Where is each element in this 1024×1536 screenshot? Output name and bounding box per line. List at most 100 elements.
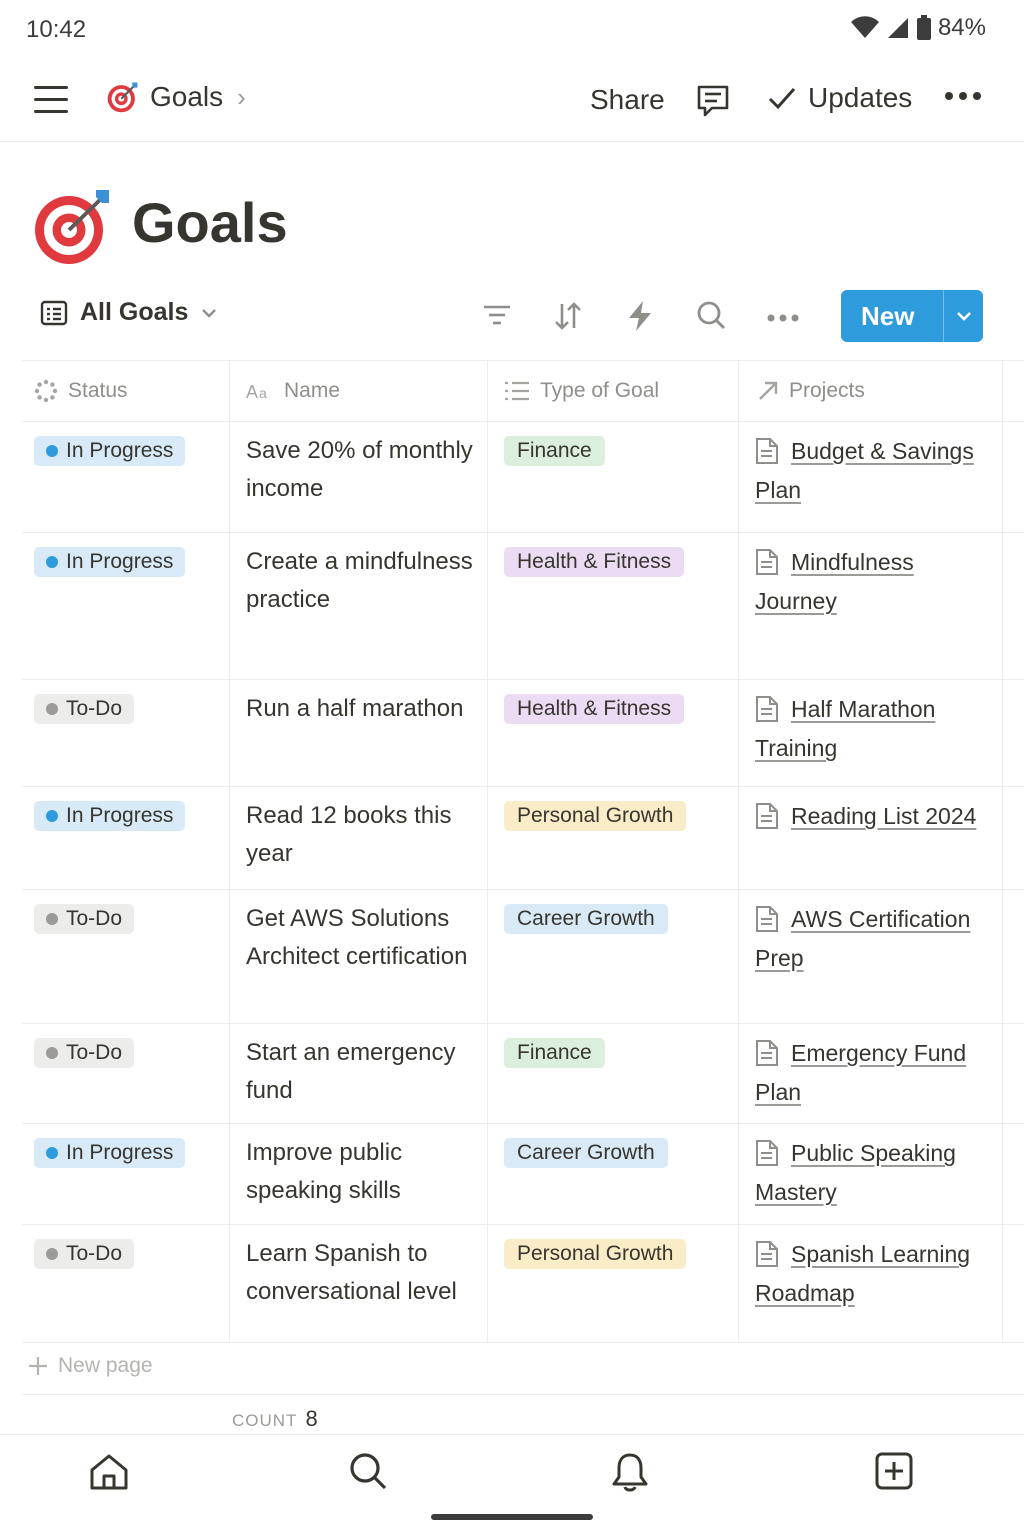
status-badge[interactable]: In Progress: [34, 1138, 186, 1168]
more-icon[interactable]: [944, 88, 982, 106]
status-cell[interactable]: To-Do: [22, 680, 230, 786]
projects-cell[interactable]: Half Marathon Training: [739, 680, 1003, 786]
home-icon[interactable]: [88, 1451, 130, 1498]
new-page-button[interactable]: New page: [28, 1354, 153, 1378]
type-cell[interactable]: Personal Growth: [488, 787, 739, 889]
goal-type-tag[interactable]: Health & Fitness: [504, 547, 685, 577]
goal-type-tag[interactable]: Career Growth: [504, 1138, 668, 1168]
overflow-cell: [1003, 787, 1024, 889]
sort-icon[interactable]: [552, 300, 584, 337]
column-header-status[interactable]: Status: [22, 361, 230, 421]
name-cell[interactable]: Save 20% of monthly income: [230, 422, 488, 532]
bell-icon[interactable]: [610, 1451, 650, 1498]
projects-cell[interactable]: Emergency Fund Plan: [739, 1024, 1003, 1123]
project-link[interactable]: Half Marathon Training: [755, 696, 935, 761]
status-bar: 10:42 84%: [0, 0, 1024, 60]
goal-type-tag[interactable]: Finance: [504, 436, 605, 466]
share-button[interactable]: Share: [590, 84, 665, 116]
goal-name[interactable]: Run a half marathon: [246, 695, 463, 722]
name-cell[interactable]: Learn Spanish to conversational level: [230, 1225, 488, 1342]
goal-name[interactable]: Save 20% of monthly income: [246, 437, 473, 502]
breadcrumb[interactable]: Goals ›: [106, 80, 246, 114]
project-link[interactable]: Public Speaking Mastery: [755, 1140, 956, 1205]
table-row[interactable]: In Progress Read 12 books this year Person…: [22, 787, 1024, 890]
goal-type-tag[interactable]: Career Growth: [504, 904, 668, 934]
updates-button[interactable]: Updates: [766, 82, 912, 114]
projects-cell[interactable]: Reading List 2024: [739, 787, 1003, 889]
search-tab-icon[interactable]: [348, 1451, 388, 1496]
status-badge[interactable]: To-Do: [34, 1239, 135, 1269]
type-cell[interactable]: Health & Fitness: [488, 533, 739, 679]
name-cell[interactable]: Get AWS Solutions Architect certificatio…: [230, 890, 488, 1023]
projects-cell[interactable]: AWS Certification Prep: [739, 890, 1003, 1023]
projects-cell[interactable]: Mindfulness Journey: [739, 533, 1003, 679]
type-cell[interactable]: Health & Fitness: [488, 680, 739, 786]
type-cell[interactable]: Finance: [488, 1024, 739, 1123]
name-cell[interactable]: Create a mindfulness practice: [230, 533, 488, 679]
status-cell[interactable]: To-Do: [22, 1225, 230, 1342]
status-badge[interactable]: In Progress: [34, 801, 186, 831]
name-cell[interactable]: Run a half marathon: [230, 680, 488, 786]
name-cell[interactable]: Improve public speaking skills: [230, 1124, 488, 1224]
page-icon: [756, 1140, 778, 1166]
type-cell[interactable]: Career Growth: [488, 1124, 739, 1224]
project-link[interactable]: Spanish Learning Roadmap: [755, 1241, 970, 1306]
project-link[interactable]: Budget & Savings Plan: [755, 438, 974, 503]
table-row[interactable]: To-Do Learn Spanish to conversational lev…: [22, 1225, 1024, 1343]
table-row[interactable]: In Progress Improve public speaking skill…: [22, 1124, 1024, 1225]
status-cell[interactable]: In Progress: [22, 533, 230, 679]
name-cell[interactable]: Start an emergency fund: [230, 1024, 488, 1123]
status-badge[interactable]: To-Do: [34, 694, 135, 724]
status-badge[interactable]: In Progress: [34, 436, 186, 466]
comment-icon[interactable]: [694, 82, 732, 125]
view-selector[interactable]: All Goals: [40, 298, 218, 327]
new-dropdown-icon[interactable]: [944, 310, 983, 322]
view-more-icon[interactable]: [767, 310, 799, 328]
type-cell[interactable]: Career Growth: [488, 890, 739, 1023]
goal-name[interactable]: Get AWS Solutions Architect certificatio…: [246, 905, 467, 970]
goal-name[interactable]: Start an emergency fund: [246, 1039, 455, 1104]
table-row[interactable]: To-Do Get AWS Solutions Architect certifi…: [22, 890, 1024, 1024]
goal-type-tag[interactable]: Personal Growth: [504, 1239, 687, 1269]
goal-type-tag[interactable]: Health & Fitness: [504, 694, 685, 724]
goal-type-tag[interactable]: Finance: [504, 1038, 605, 1068]
new-button[interactable]: New: [841, 290, 983, 342]
status-cell[interactable]: In Progress: [22, 422, 230, 532]
search-icon[interactable]: [696, 300, 726, 335]
column-header-type[interactable]: Type of Goal: [488, 361, 739, 421]
status-cell[interactable]: In Progress: [22, 1124, 230, 1224]
status-cell[interactable]: To-Do: [22, 890, 230, 1023]
type-cell[interactable]: Finance: [488, 422, 739, 532]
home-indicator[interactable]: [431, 1514, 593, 1520]
status-badge[interactable]: To-Do: [34, 904, 135, 934]
filter-icon[interactable]: [482, 300, 512, 335]
name-cell[interactable]: Read 12 books this year: [230, 787, 488, 889]
page-target-icon[interactable]: [32, 188, 112, 271]
table-row[interactable]: In Progress Save 20% of monthly income Fin…: [22, 422, 1024, 533]
projects-cell[interactable]: Spanish Learning Roadmap: [739, 1225, 1003, 1342]
column-header-name[interactable]: A a Name: [230, 361, 488, 421]
table-row[interactable]: To-Do Run a half marathon Health & Fitness…: [22, 680, 1024, 787]
status-cell[interactable]: In Progress: [22, 787, 230, 889]
status-cell[interactable]: To-Do: [22, 1024, 230, 1123]
status-badge[interactable]: To-Do: [34, 1038, 135, 1068]
goal-name[interactable]: Improve public speaking skills: [246, 1139, 402, 1204]
table-row[interactable]: In Progress Create a mindfulness practice…: [22, 533, 1024, 680]
count-summary[interactable]: COUNT 8: [232, 1406, 318, 1432]
lightning-icon[interactable]: [626, 300, 654, 337]
project-link[interactable]: AWS Certification Prep: [755, 906, 970, 971]
type-cell[interactable]: Personal Growth: [488, 1225, 739, 1342]
menu-icon[interactable]: [34, 86, 68, 114]
projects-cell[interactable]: Public Speaking Mastery: [739, 1124, 1003, 1224]
goal-name[interactable]: Read 12 books this year: [246, 802, 451, 867]
column-header-projects[interactable]: Projects: [739, 361, 1003, 421]
new-page-tab-icon[interactable]: [874, 1451, 914, 1496]
projects-cell[interactable]: Budget & Savings Plan: [739, 422, 1003, 532]
goal-name[interactable]: Create a mindfulness practice: [246, 548, 473, 613]
project-link[interactable]: Emergency Fund Plan: [755, 1040, 966, 1105]
status-badge[interactable]: In Progress: [34, 547, 186, 577]
goal-name[interactable]: Learn Spanish to conversational level: [246, 1240, 457, 1305]
goal-type-tag[interactable]: Personal Growth: [504, 801, 687, 831]
table-row[interactable]: To-Do Start an emergency fund Finance Emerg…: [22, 1024, 1024, 1124]
project-link[interactable]: Reading List 2024: [791, 803, 976, 829]
